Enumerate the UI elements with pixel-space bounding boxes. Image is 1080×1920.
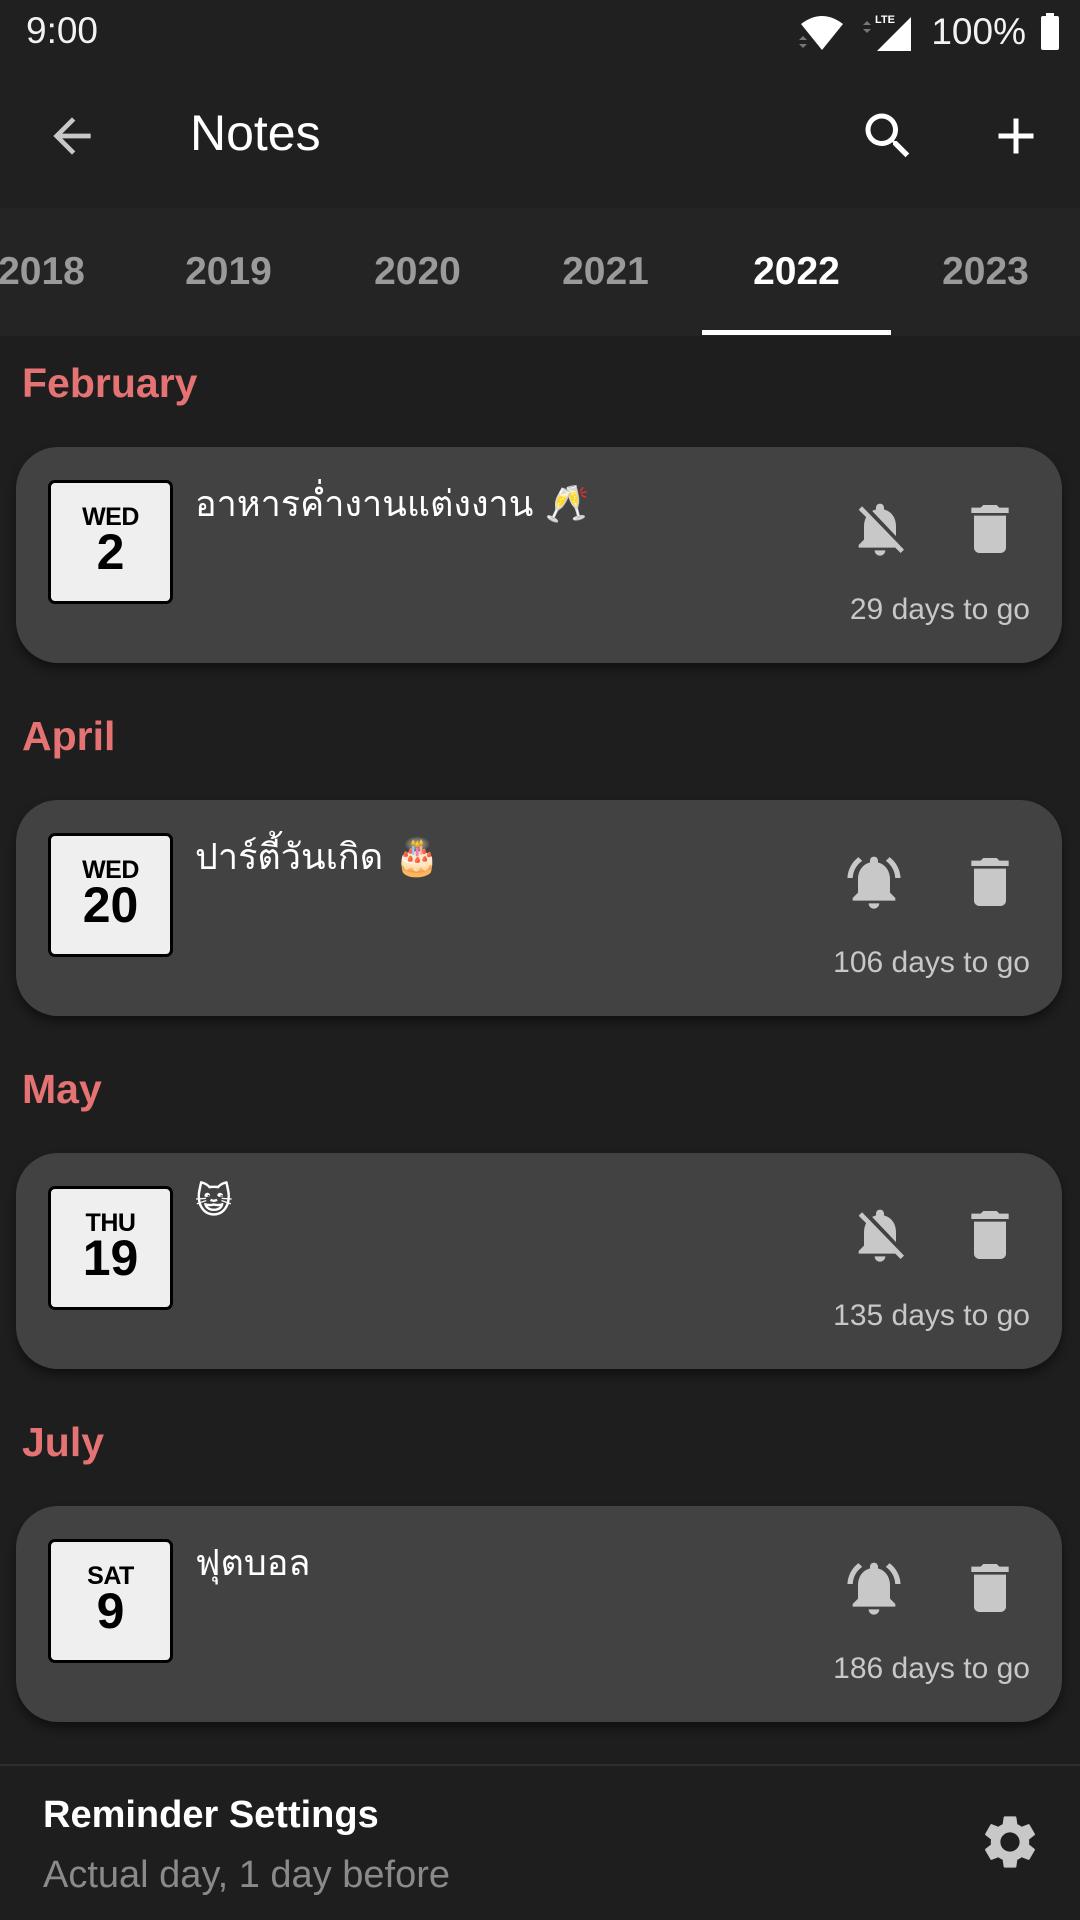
reminder-settings-row[interactable]: Reminder Settings Actual day, 1 day befo…: [0, 1766, 1080, 1920]
gear-icon: [985, 1816, 1035, 1868]
date-badge: WED 2: [48, 480, 173, 604]
days-to-go: 29 days to go: [849, 593, 1030, 626]
month-heading: May: [22, 1066, 102, 1112]
tab-year-2021[interactable]: 2021: [511, 208, 700, 336]
active-tab-indicator: [702, 330, 891, 335]
note-title: อาหารค่ำงานแต่งงาน 🥂: [195, 484, 590, 525]
toggle-alarm-button[interactable]: [848, 497, 912, 561]
note-card[interactable]: SAT 9 ฟุตบอล 186 days to go: [16, 1506, 1062, 1722]
status-time: 9:00: [26, 10, 99, 51]
date-day: 2: [96, 524, 125, 580]
settings-button[interactable]: [978, 1810, 1042, 1874]
date-badge: SAT 9: [48, 1539, 173, 1663]
year-tab-bar: 2018 2019 2020 2021 2022 2023: [0, 208, 1080, 336]
bell-off-icon: [858, 503, 904, 556]
reminder-settings-summary: Actual day, 1 day before: [43, 1854, 450, 1896]
tab-year-2022[interactable]: 2022: [702, 208, 891, 336]
bell-off-icon: [858, 1209, 904, 1262]
date-day: 19: [82, 1230, 139, 1286]
note-title: ปาร์ตี้วันเกิด 🎂: [195, 837, 440, 878]
days-to-go: 106 days to go: [833, 946, 1030, 979]
lte-signal-icon: LTE: [861, 11, 917, 53]
page-title: Notes: [190, 105, 321, 161]
note-title: ฟุตบอล: [195, 1543, 311, 1584]
delete-note-button[interactable]: [958, 1203, 1022, 1267]
trash-icon: [971, 1211, 1009, 1259]
note-card[interactable]: WED 20 ปาร์ตี้วันเกิด 🎂 106 days to go: [16, 800, 1062, 1016]
arrow-left-icon: [53, 117, 91, 155]
search-icon: [865, 113, 910, 158]
tab-year-2023[interactable]: 2023: [891, 208, 1080, 336]
tab-year-2018[interactable]: 2018: [0, 208, 136, 336]
date-badge: WED 20: [48, 833, 173, 957]
note-card[interactable]: WED 2 อาหารค่ำงานแต่งงาน 🥂 29 days to go: [16, 447, 1062, 663]
tab-year-2019[interactable]: 2019: [134, 208, 323, 336]
lte-label: LTE: [875, 14, 895, 26]
trash-icon: [971, 505, 1009, 553]
date-badge: THU 19: [48, 1186, 173, 1310]
toggle-alarm-button[interactable]: [848, 1203, 912, 1267]
back-button[interactable]: [44, 108, 100, 164]
wifi-icon: [797, 12, 847, 52]
reminder-settings-title: Reminder Settings: [43, 1794, 379, 1836]
date-day: 9: [96, 1583, 125, 1639]
battery-percent: 100%: [931, 11, 1026, 52]
status-bar: 9:00 LTE 100%: [0, 0, 1080, 62]
trash-icon: [971, 858, 1009, 906]
tab-year-2020[interactable]: 2020: [323, 208, 512, 336]
month-heading: April: [22, 713, 116, 759]
delete-note-button[interactable]: [958, 1556, 1022, 1620]
toggle-alarm-button[interactable]: [842, 1556, 906, 1620]
delete-note-button[interactable]: [958, 850, 1022, 914]
date-day: 20: [82, 877, 139, 933]
note-title: 😺: [195, 1181, 233, 1222]
days-to-go: 135 days to go: [833, 1299, 1030, 1332]
trash-icon: [971, 1564, 1009, 1612]
bell-ringing-icon: [847, 856, 901, 909]
month-heading: July: [22, 1419, 105, 1465]
bell-ringing-icon: [847, 1562, 901, 1615]
status-icons: LTE 100%: [797, 11, 1060, 53]
toggle-alarm-button[interactable]: [842, 850, 906, 914]
month-heading: February: [22, 360, 198, 406]
plus-icon: [998, 118, 1034, 154]
days-to-go: 186 days to go: [833, 1652, 1030, 1685]
search-button[interactable]: [858, 106, 918, 166]
delete-note-button[interactable]: [958, 497, 1022, 561]
app-bar: Notes: [0, 62, 1080, 208]
add-note-button[interactable]: [986, 106, 1046, 166]
battery-icon: [1040, 13, 1060, 51]
note-card[interactable]: THU 19 😺 135 days to go: [16, 1153, 1062, 1369]
